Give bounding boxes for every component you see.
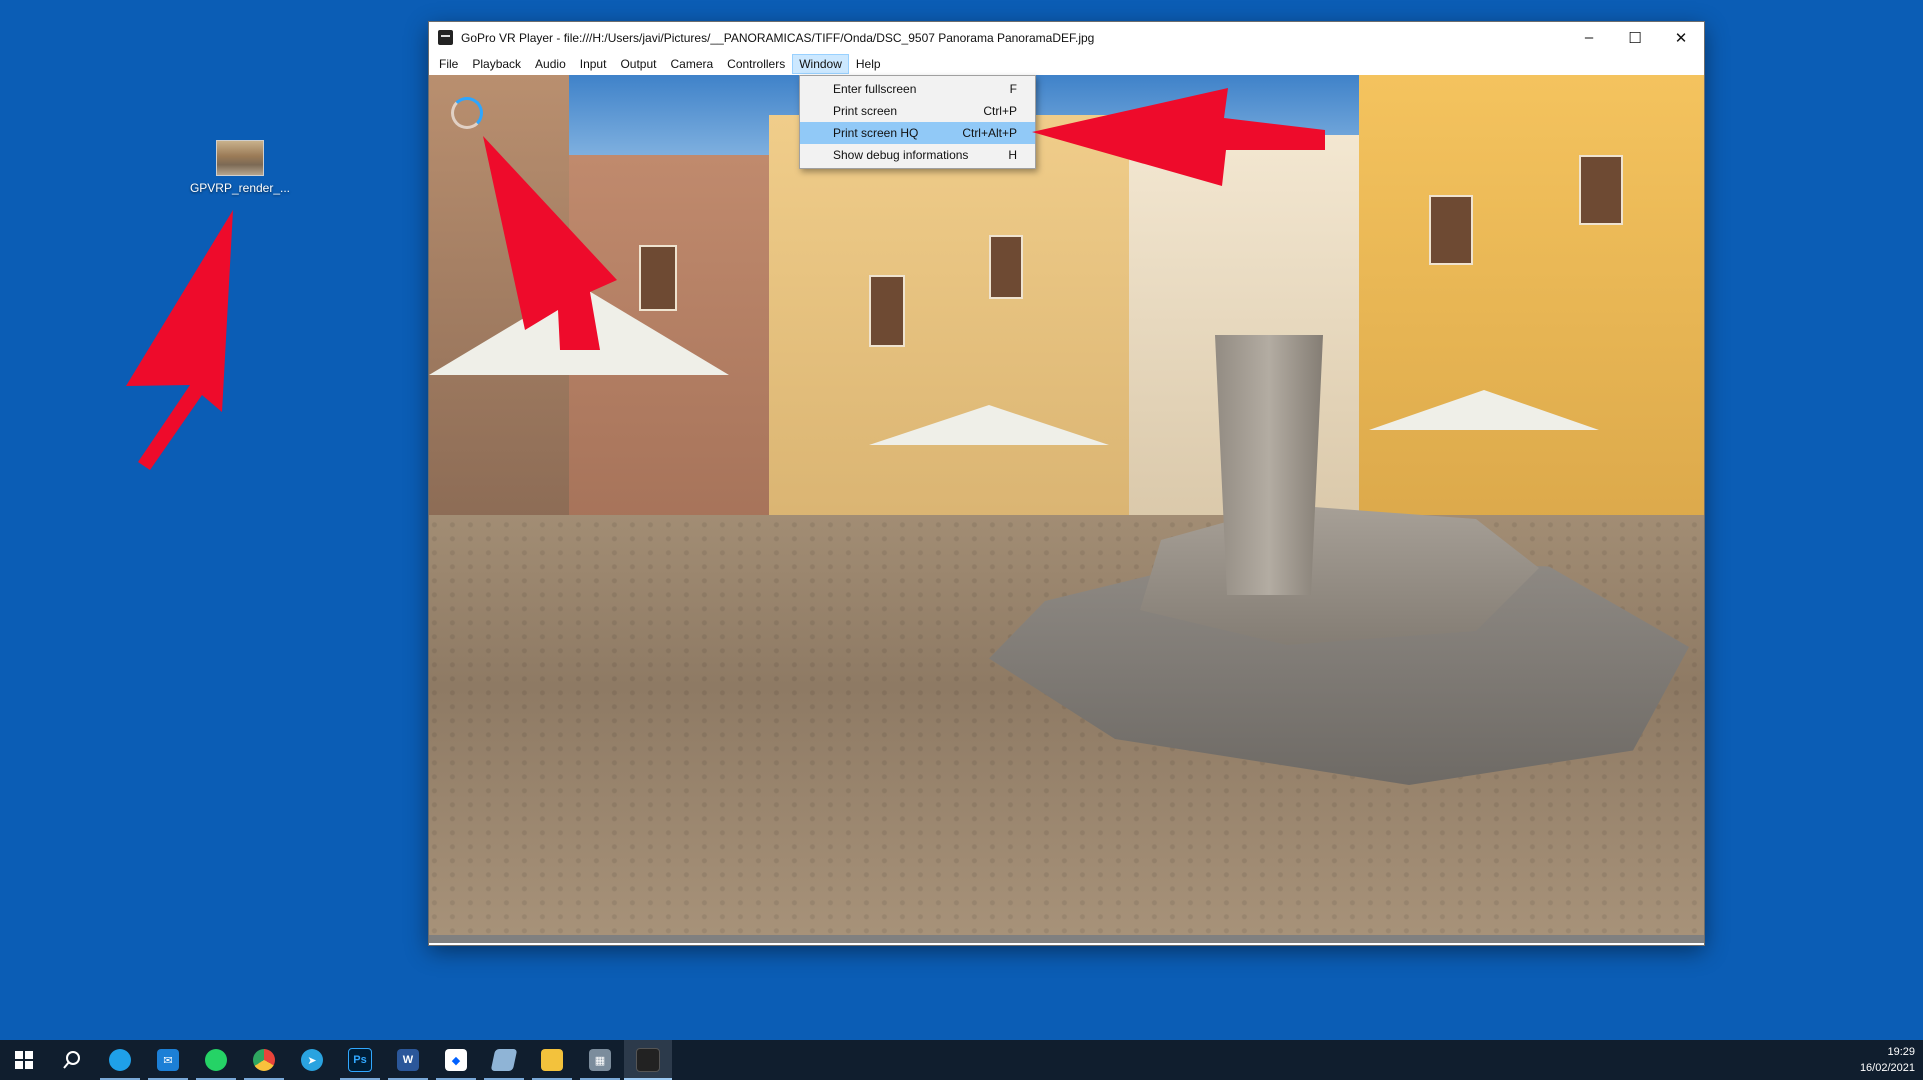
menu-item-print-screen-hq[interactable]: Print screen HQ Ctrl+Alt+P (800, 122, 1035, 144)
taskbar-whatsapp[interactable] (192, 1040, 240, 1080)
search-icon (63, 1051, 80, 1069)
maximize-button[interactable]: ☐ (1612, 22, 1658, 53)
title-bar[interactable]: GoPro VR Player - file:///H:/Users/javi/… (429, 22, 1704, 53)
viewport-bottom-bar (429, 935, 1704, 943)
building-window (1429, 195, 1473, 265)
whatsapp-icon (205, 1049, 227, 1071)
taskbar-word[interactable]: W (384, 1040, 432, 1080)
menu-item-shortcut: F (1009, 82, 1017, 96)
taskbar-calculator[interactable]: ▦ (576, 1040, 624, 1080)
building-yellow-center (769, 115, 1149, 545)
menu-item-shortcut: H (1008, 148, 1017, 162)
photoshop-icon: Ps (348, 1048, 372, 1072)
taskbar-gopro-vr-player[interactable] (624, 1040, 672, 1080)
taskbar-file-explorer[interactable] (528, 1040, 576, 1080)
menu-item-label: Show debug informations (833, 148, 969, 162)
menu-item-label: Enter fullscreen (833, 82, 917, 96)
window-title: GoPro VR Player - file:///H:/Users/javi/… (461, 30, 1095, 45)
menu-item-label: Print screen (833, 104, 898, 118)
taskbar-notes[interactable] (480, 1040, 528, 1080)
close-button[interactable]: ✕ (1658, 22, 1704, 53)
file-explorer-icon (541, 1049, 563, 1071)
taskbar: ✉ ➤ Ps W ◆ ▦ 19:29 16/02/2021 (0, 1040, 1923, 1080)
system-clock[interactable]: 19:29 16/02/2021 (1860, 1044, 1923, 1076)
desktop-file-icon[interactable]: GPVRP_render_... (185, 140, 295, 195)
menu-output[interactable]: Output (613, 54, 663, 74)
menu-controllers[interactable]: Controllers (720, 54, 792, 74)
menu-item-enter-fullscreen[interactable]: Enter fullscreen F (800, 78, 1035, 100)
taskbar-dropbox[interactable]: ◆ (432, 1040, 480, 1080)
taskbar-edge[interactable] (96, 1040, 144, 1080)
building-window (989, 235, 1023, 299)
window-menu-dropdown: Enter fullscreen F Print screen Ctrl+P P… (799, 75, 1036, 169)
windows-icon (15, 1051, 33, 1069)
search-button[interactable] (48, 1040, 96, 1080)
taskbar-mail[interactable]: ✉ (144, 1040, 192, 1080)
dropbox-icon: ◆ (445, 1049, 467, 1071)
menu-item-shortcut: Ctrl+P (983, 104, 1017, 118)
loading-spinner-icon (451, 97, 483, 129)
gopro-app-icon (438, 30, 453, 45)
start-button[interactable] (0, 1040, 48, 1080)
building-window (1579, 155, 1623, 225)
menu-window[interactable]: Window (792, 54, 849, 74)
gopro-vr-player-icon (636, 1048, 660, 1072)
menu-playback[interactable]: Playback (465, 54, 528, 74)
notes-icon (490, 1049, 518, 1071)
minimize-button[interactable]: – (1566, 22, 1612, 53)
menu-file[interactable]: File (432, 54, 465, 74)
menu-help[interactable]: Help (849, 54, 888, 74)
building-yellow-right (1359, 75, 1704, 545)
telegram-icon: ➤ (301, 1049, 323, 1071)
menu-bar: File Playback Audio Input Output Camera … (429, 53, 1704, 75)
desktop-file-label: GPVRP_render_... (189, 181, 291, 195)
panorama-viewport[interactable] (429, 75, 1704, 943)
menu-audio[interactable]: Audio (528, 54, 573, 74)
mail-icon: ✉ (157, 1049, 179, 1071)
clock-time: 19:29 (1887, 1046, 1915, 1058)
edge-icon (109, 1049, 131, 1071)
calculator-icon: ▦ (589, 1049, 611, 1071)
gopro-vr-player-window: GoPro VR Player - file:///H:/Users/javi/… (429, 22, 1704, 945)
taskbar-chrome[interactable] (240, 1040, 288, 1080)
clock-date: 16/02/2021 (1859, 1062, 1915, 1074)
building-window (639, 245, 677, 311)
fountain-pillar (1215, 335, 1323, 595)
menu-item-shortcut: Ctrl+Alt+P (962, 126, 1017, 140)
building-window (869, 275, 905, 347)
menu-item-show-debug-informations[interactable]: Show debug informations H (800, 144, 1035, 166)
taskbar-telegram[interactable]: ➤ (288, 1040, 336, 1080)
menu-input[interactable]: Input (573, 54, 614, 74)
taskbar-photoshop[interactable]: Ps (336, 1040, 384, 1080)
word-icon: W (397, 1049, 419, 1071)
chrome-icon (253, 1049, 275, 1071)
red-arrow-desktop-icon (126, 210, 233, 470)
menu-camera[interactable]: Camera (663, 54, 720, 74)
image-thumbnail-icon (216, 140, 264, 176)
menu-item-label: Print screen HQ (833, 126, 919, 140)
menu-item-print-screen[interactable]: Print screen Ctrl+P (800, 100, 1035, 122)
